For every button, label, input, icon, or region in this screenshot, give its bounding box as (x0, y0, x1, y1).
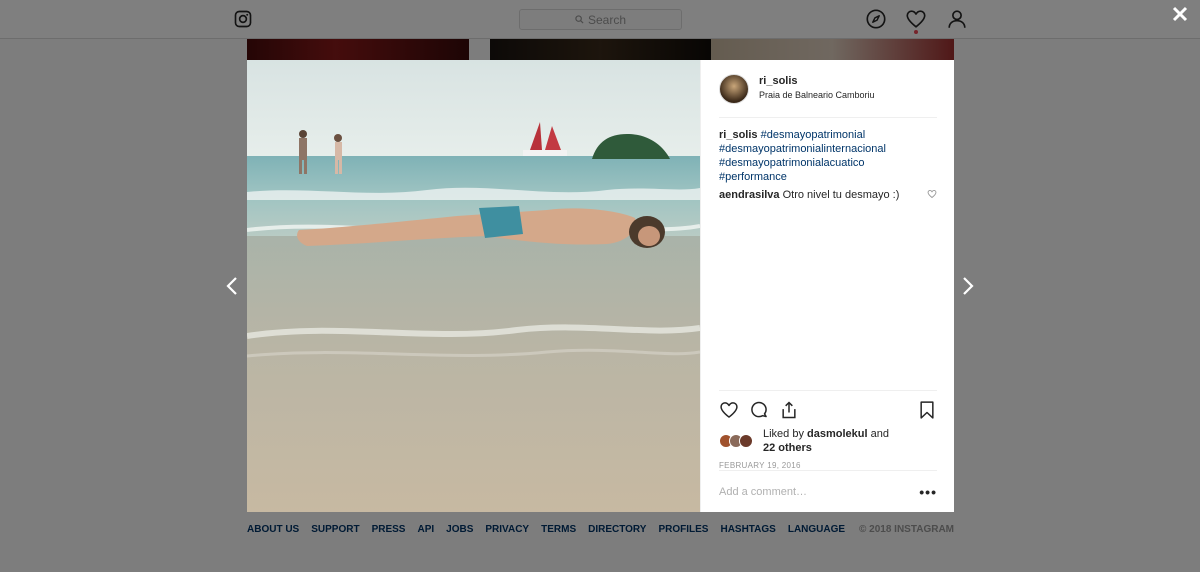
more-options-button[interactable]: ••• (919, 484, 937, 500)
action-bar (719, 393, 937, 427)
comment-text: Otro nivel tu desmayo :) (782, 189, 900, 201)
caption-username[interactable]: ri_solis (719, 129, 758, 141)
likes-summary: Liked by dasmolekul and 22 others (719, 427, 937, 455)
post-header: ri_solis Praia de Balneario Camboriu (719, 72, 937, 118)
hashtag-link[interactable]: #desmayopatrimonialinternacional (719, 143, 886, 155)
like-heart-icon[interactable] (719, 400, 739, 420)
hashtag-link[interactable]: #desmayopatrimonialacuatico (719, 157, 865, 169)
heart-icon[interactable] (927, 189, 937, 199)
close-icon (1172, 6, 1188, 22)
beach-photo-image (247, 60, 700, 512)
likes-text: Liked by dasmolekul and 22 others (763, 427, 889, 455)
comment-username[interactable]: aendrasilva (719, 189, 780, 201)
comment-item: aendrasilva Otro nivel tu desmayo :) (719, 188, 937, 202)
avatar[interactable] (739, 434, 753, 448)
comment-input[interactable] (719, 485, 920, 498)
avatar[interactable] (719, 74, 749, 104)
post-actions-section: Liked by dasmolekul and 22 others FEBRUA… (719, 390, 937, 470)
likes-prefix: Liked by (763, 428, 808, 440)
comment-bubble-icon[interactable] (749, 400, 769, 420)
likes-others-link[interactable]: 22 others (763, 442, 812, 454)
liker-avatars (719, 434, 759, 448)
liker-username[interactable]: dasmolekul (807, 428, 868, 440)
post-username[interactable]: ri_solis (759, 75, 875, 87)
chevron-left-icon[interactable] (224, 276, 240, 296)
hashtag-link[interactable]: #desmayopatrimonial (761, 129, 866, 141)
add-comment-form: ••• (719, 470, 937, 512)
bookmark-icon[interactable] (917, 400, 937, 420)
chevron-right-icon[interactable] (960, 276, 976, 296)
post-date[interactable]: FEBRUARY 19, 2016 (719, 461, 937, 470)
post-modal: ri_solis Praia de Balneario Camboriu ri_… (247, 60, 954, 512)
post-photo[interactable] (247, 60, 700, 512)
share-icon[interactable] (779, 400, 799, 420)
likes-middle: and (867, 428, 889, 440)
post-caption: ri_solis #desmayopatrimonial #desmayopat… (719, 128, 937, 184)
close-button[interactable] (1171, 5, 1189, 23)
comments-list: ri_solis #desmayopatrimonial #desmayopat… (719, 128, 937, 202)
hashtag-link[interactable]: #performance (719, 171, 787, 183)
post-sidebar: ri_solis Praia de Balneario Camboriu ri_… (700, 60, 954, 512)
post-location[interactable]: Praia de Balneario Camboriu (759, 90, 875, 100)
